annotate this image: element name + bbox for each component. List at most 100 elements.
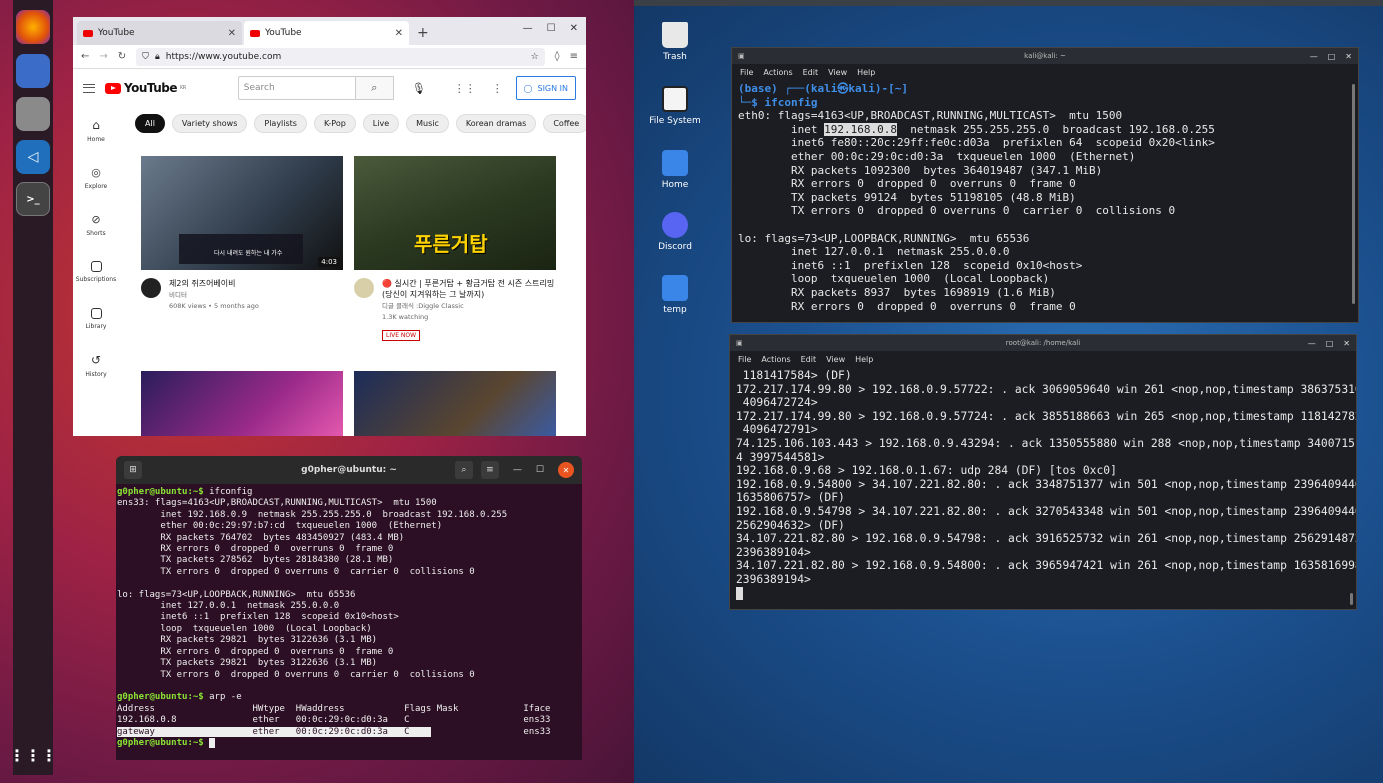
video-thumbnail[interactable] bbox=[141, 371, 343, 436]
sidebar-label: Shorts bbox=[86, 229, 106, 237]
desktop-icon-label: Trash bbox=[663, 52, 687, 62]
video-thumbnail[interactable]: 푸른거탑 bbox=[354, 156, 556, 270]
app-grid-icon[interactable]: ⋮⋮⋮ bbox=[9, 738, 57, 772]
youtube-favicon-icon bbox=[83, 29, 93, 37]
avatar[interactable] bbox=[141, 278, 161, 298]
url-text: https://www.youtube.com bbox=[165, 51, 282, 62]
sidebar-label: Home bbox=[87, 136, 105, 143]
minimize-icon[interactable]: — bbox=[523, 23, 533, 34]
channel-name[interactable]: 비디터 bbox=[169, 291, 259, 300]
maximize-icon[interactable]: ☐ bbox=[536, 465, 544, 475]
close-tab-icon[interactable]: ✕ bbox=[228, 28, 236, 39]
vscode-icon[interactable]: ◁ bbox=[16, 140, 50, 174]
bookmark-star-icon[interactable]: ☆ bbox=[531, 52, 539, 62]
video-title[interactable]: 제2의 쥐즈어베이비 bbox=[169, 278, 259, 289]
tab-label: YouTube bbox=[265, 28, 302, 38]
close-icon[interactable]: ✕ bbox=[570, 23, 578, 34]
back-icon[interactable]: ← bbox=[81, 51, 89, 62]
search-button[interactable]: ⌕ bbox=[355, 76, 394, 100]
close-icon[interactable]: ✕ bbox=[558, 462, 574, 478]
terminal-icon[interactable]: >_ bbox=[16, 182, 50, 216]
menu-view[interactable]: View bbox=[828, 68, 847, 77]
menu-icon[interactable]: ≡ bbox=[480, 461, 499, 479]
menu-help[interactable]: Help bbox=[857, 68, 875, 77]
menu-help[interactable]: Help bbox=[855, 355, 873, 364]
chip-korean-dramas[interactable]: Korean dramas bbox=[455, 114, 537, 133]
chip-all[interactable]: All bbox=[135, 114, 165, 133]
menu-actions[interactable]: Actions bbox=[763, 68, 792, 77]
terminal-output[interactable]: g0pher@ubuntu:~$ ifconfig ens33: flags=4… bbox=[116, 484, 582, 752]
url-field[interactable]: ⛉ 🔒︎ https://www.youtube.com ☆ bbox=[136, 47, 545, 66]
thunderbird-icon[interactable] bbox=[16, 54, 50, 88]
firefox-icon[interactable] bbox=[16, 10, 50, 44]
sign-in-button[interactable]: ◯ SIGN IN bbox=[515, 76, 576, 100]
maximize-icon[interactable]: ☐ bbox=[547, 23, 556, 34]
browser-tab[interactable]: YouTube ✕ bbox=[77, 21, 242, 45]
desktop-icon-label: Discord bbox=[658, 242, 692, 252]
search-input[interactable]: Search bbox=[237, 76, 356, 100]
new-tab-button[interactable]: + bbox=[417, 25, 429, 41]
sidebar-item-shorts[interactable]: ⊘ Shorts bbox=[73, 201, 119, 248]
menu-file[interactable]: File bbox=[740, 68, 753, 77]
video-card[interactable]: 다시 내려도 원하는 내 가수 4:03 제2의 쥐즈어베이비 비디터 608K… bbox=[141, 156, 343, 311]
hamburger-menu-icon[interactable] bbox=[83, 83, 95, 93]
prompt-line: (base) ┌──(kali㉿kali)-[~] bbox=[738, 82, 908, 95]
browser-tab-active[interactable]: YouTube ✕ bbox=[244, 21, 409, 45]
sidebar-label: Subscriptions bbox=[75, 275, 117, 283]
kali-terminal-window: ▣ kali@kali: ~ — □ ✕ File Actions Edit Vie… bbox=[731, 47, 1359, 323]
video-card[interactable]: 푸른거탑 🔴 실시간 | 푸른거탑 + 황금거탑 전 시즌 스트리밍 (당신이 … bbox=[354, 156, 556, 341]
desktop-icon-temp[interactable]: temp bbox=[645, 275, 705, 315]
video-title[interactable]: 🔴 실시간 | 푸른거탑 + 황금거탑 전 시즌 스트리밍 (당신이 지겨워하는… bbox=[382, 278, 556, 300]
files-icon[interactable] bbox=[16, 97, 50, 131]
terminal-output[interactable]: 1181417584> (DF) 172.217.174.99.80 > 192… bbox=[730, 367, 1356, 602]
library-icon bbox=[90, 307, 102, 319]
sidebar-item-library[interactable]: Library bbox=[73, 295, 119, 342]
search-icon: ⌕ bbox=[371, 81, 378, 94]
settings-dots-icon[interactable]: ⋮ bbox=[492, 82, 503, 95]
reload-icon[interactable]: ↻ bbox=[118, 51, 126, 62]
history-icon: ↺ bbox=[90, 353, 102, 367]
thumbnail-caption: 푸른거탑 bbox=[414, 232, 488, 256]
sidebar-label: Library bbox=[85, 322, 107, 330]
video-thumbnail[interactable] bbox=[354, 371, 556, 436]
desktop-icon-home[interactable]: Home bbox=[645, 150, 705, 190]
forward-icon[interactable]: → bbox=[99, 51, 107, 62]
scrollbar[interactable] bbox=[1352, 84, 1355, 304]
microphone-icon[interactable]: 🎙︎ bbox=[412, 82, 426, 95]
search-icon[interactable]: ⌕ bbox=[454, 461, 473, 479]
menu-actions[interactable]: Actions bbox=[761, 355, 790, 364]
account-icon: ◯ bbox=[523, 83, 533, 93]
chip-coffee[interactable]: Coffee bbox=[543, 114, 586, 133]
desktop-icon-discord[interactable]: Discord bbox=[645, 212, 705, 252]
chip-live[interactable]: Live bbox=[362, 114, 400, 133]
terminal-menubar: File Actions Edit View Help bbox=[732, 64, 1358, 80]
terminal-output[interactable]: (base) ┌──(kali㉿kali)-[~] └─$ ifconfig e… bbox=[732, 80, 1358, 315]
scrollbar[interactable] bbox=[1350, 593, 1353, 605]
video-thumbnail[interactable]: 다시 내려도 원하는 내 가수 4:03 bbox=[141, 156, 343, 270]
minimize-icon[interactable]: — bbox=[513, 465, 522, 475]
chip-kpop[interactable]: K-Pop bbox=[313, 114, 356, 133]
youtube-logo[interactable]: YouTube KR bbox=[105, 81, 186, 95]
menu-view[interactable]: View bbox=[826, 355, 845, 364]
sidebar-item-subscriptions[interactable]: Subscriptions bbox=[73, 248, 119, 295]
close-tab-icon[interactable]: ✕ bbox=[395, 28, 403, 39]
terminal-text: g0pher@ubuntu:~$ ifconfig ens33: flags=4… bbox=[117, 487, 551, 748]
avatar[interactable] bbox=[354, 278, 374, 298]
chip-variety-shows[interactable]: Variety shows bbox=[171, 114, 248, 133]
channel-name[interactable]: 디글 클래식 :Diggle Classic bbox=[382, 302, 556, 311]
menu-edit[interactable]: Edit bbox=[801, 355, 817, 364]
youtube-header: YouTube KR Search ⌕ 🎙︎ ⋮⋮ ⋮ ◯ SIGN IN bbox=[73, 69, 586, 107]
pocket-icon[interactable]: ◊ bbox=[555, 51, 560, 62]
chip-playlists[interactable]: Playlists bbox=[254, 114, 307, 133]
sidebar-item-history[interactable]: ↺ History bbox=[73, 342, 119, 389]
menu-icon[interactable]: ≡ bbox=[570, 51, 578, 62]
menu-edit[interactable]: Edit bbox=[803, 68, 819, 77]
desktop-icon-file-system[interactable]: File System bbox=[645, 86, 705, 126]
drive-icon bbox=[662, 86, 688, 112]
sidebar-item-explore[interactable]: ◎ Explore bbox=[73, 154, 119, 201]
apps-grid-icon[interactable]: ⋮⋮ bbox=[454, 82, 476, 95]
desktop-icon-trash[interactable]: Trash bbox=[645, 22, 705, 62]
chip-music[interactable]: Music bbox=[406, 114, 449, 133]
menu-file[interactable]: File bbox=[738, 355, 751, 364]
sidebar-item-home[interactable]: ⌂ Home bbox=[73, 107, 119, 154]
